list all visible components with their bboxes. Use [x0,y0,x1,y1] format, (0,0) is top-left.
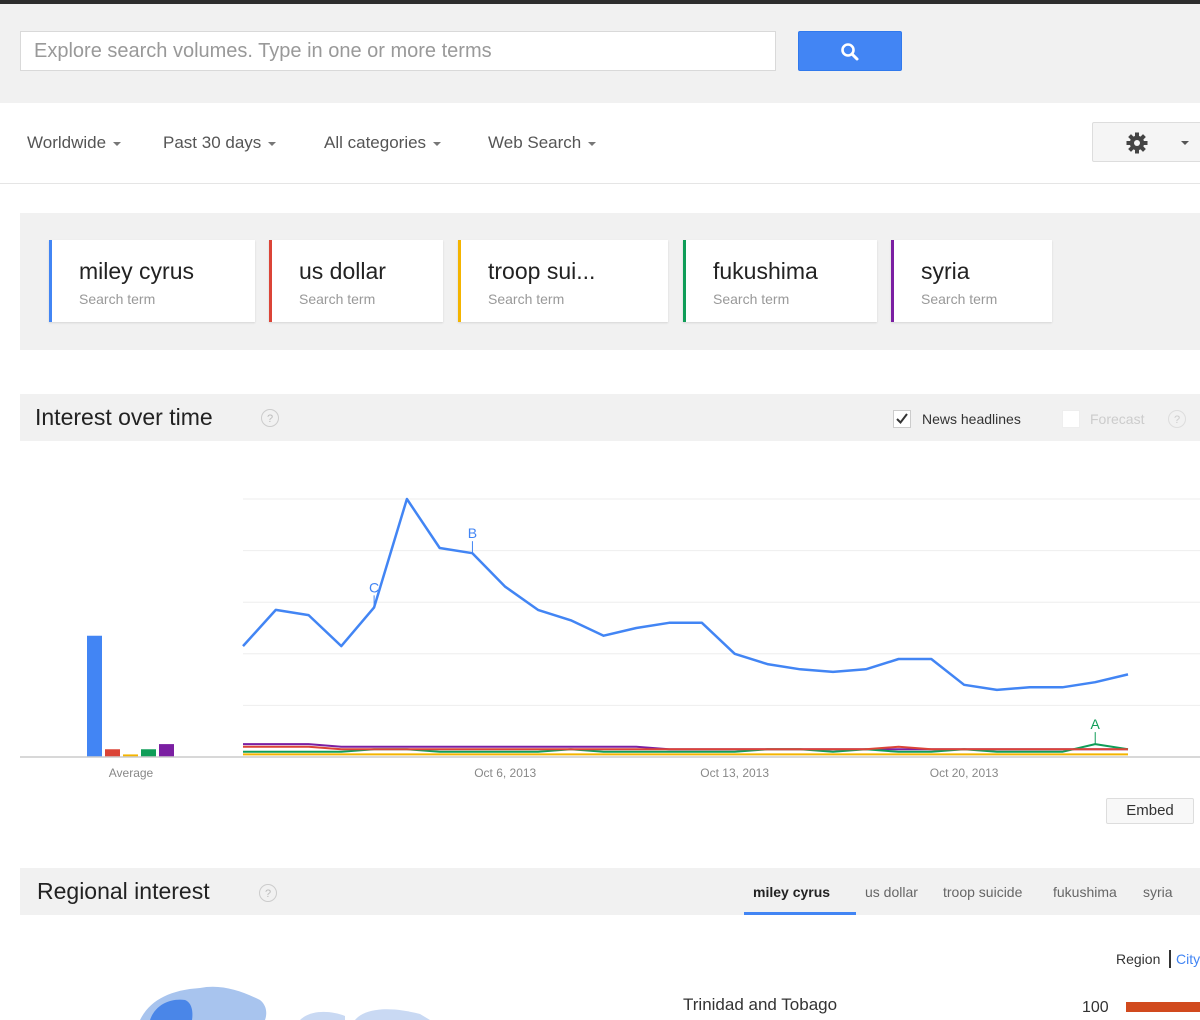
term-subtitle: Search term [299,291,376,307]
settings-button[interactable] [1092,122,1200,162]
term-card-miley-cyrus[interactable]: miley cyrus Search term [49,240,255,322]
term-subtitle: Search term [921,291,998,307]
chevron-down-icon [433,141,442,146]
region-tab-miley-cyrus[interactable]: miley cyrus [753,884,830,900]
filter-time-dropdown[interactable]: Past 30 days [163,133,277,153]
world-map [140,986,430,1020]
average-bar-fukushima [141,749,156,757]
search-bar-area: Explore search volumes. Type in one or m… [0,4,1200,103]
region-tab-fukushima[interactable]: fukushima [1053,884,1117,900]
help-icon[interactable]: ? [259,884,277,902]
top-region-value: 100 [1082,999,1109,1016]
term-name: troop sui... [488,258,596,284]
series-line-fukushima[interactable] [243,743,1129,753]
term-subtitle: Search term [488,291,565,307]
checkmark-icon [896,413,908,425]
filter-bar: Worldwide Past 30 days All categories We… [0,103,1200,184]
annotation-marker-a[interactable]: A [1091,716,1101,732]
average-bars [87,635,174,757]
city-view-link[interactable]: City [1176,951,1200,967]
x-tick-labels: Oct 6, 2013 Oct 13, 2013 Oct 20, 2013 [474,766,999,780]
region-tab-syria[interactable]: syria [1143,884,1173,900]
x-tick-label: Oct 20, 2013 [930,766,999,780]
term-card-fukushima[interactable]: fukushima Search term [683,240,877,322]
filter-time-label: Past 30 days [163,133,262,152]
filter-location-dropdown[interactable]: Worldwide [27,133,122,153]
search-icon [841,43,859,61]
term-name: miley cyrus [79,258,195,284]
gear-icon [1126,132,1148,154]
term-subtitle: Search term [79,291,156,307]
news-headlines-label: News headlines [922,411,1021,427]
top-region-bar [1126,1002,1200,1012]
news-headlines-checkbox[interactable] [893,410,911,428]
term-card-us-dollar[interactable]: us dollar Search term [269,240,443,322]
region-view-link[interactable]: Region [1116,951,1160,967]
forecast-checkbox[interactable] [1062,410,1080,428]
average-bar-miley-cyrus [87,635,102,757]
filter-search-type-label: Web Search [488,133,582,152]
search-input[interactable]: Explore search volumes. Type in one or m… [20,31,776,71]
top-region-name: Trinidad and Tobago [683,995,838,1014]
filter-search-type-dropdown[interactable]: Web Search [488,133,597,153]
forecast-label: Forecast [1090,411,1145,427]
chevron-down-icon [1181,141,1189,145]
region-tab-troop-suicide[interactable]: troop suicide [943,884,1022,900]
annotation-marker-c[interactable]: C [369,579,379,595]
filter-category-label: All categories [324,133,427,152]
embed-button[interactable]: Embed [1106,798,1194,824]
help-icon[interactable]: ? [261,409,279,427]
chevron-down-icon [268,141,277,146]
filter-location-label: Worldwide [27,133,107,152]
chevron-down-icon [588,141,597,146]
chevron-down-icon [113,141,122,146]
term-name: syria [921,258,970,284]
regional-interest-header: Regional interest ? miley cyrus us dolla… [20,868,1200,915]
average-label: Average [109,766,154,780]
section-title: Interest over time [35,404,213,430]
chart-grid [243,498,1200,706]
average-bar-syria [159,744,174,757]
search-button[interactable] [798,31,902,71]
divider [1169,950,1171,968]
annotation-marker-b[interactable]: B [468,525,477,541]
x-tick-label: Oct 13, 2013 [700,766,769,780]
section-title: Regional interest [37,878,210,904]
region-tab-us-dollar[interactable]: us dollar [865,884,918,900]
term-card-troop-suicide[interactable]: troop sui... Search term [458,240,668,322]
average-bar-us-dollar [105,749,120,757]
search-terms-panel: miley cyrus Search term us dollar Search… [20,213,1200,350]
term-name: us dollar [299,258,386,284]
term-name: fukushima [713,258,818,284]
term-subtitle: Search term [713,291,790,307]
interest-over-time-header: Interest over time ? News headlines Fore… [20,394,1200,441]
filter-category-dropdown[interactable]: All categories [324,133,442,153]
x-tick-label: Oct 6, 2013 [474,766,536,780]
term-card-syria[interactable]: syria Search term [891,240,1052,322]
active-tab-indicator [744,912,856,915]
chart-lines [242,497,1129,756]
help-icon[interactable]: ? [1168,410,1186,428]
interest-over-time-chart: C B A Average Oct 6, 2013 Oct 13, 2013 Oct 2… [20,497,1200,780]
